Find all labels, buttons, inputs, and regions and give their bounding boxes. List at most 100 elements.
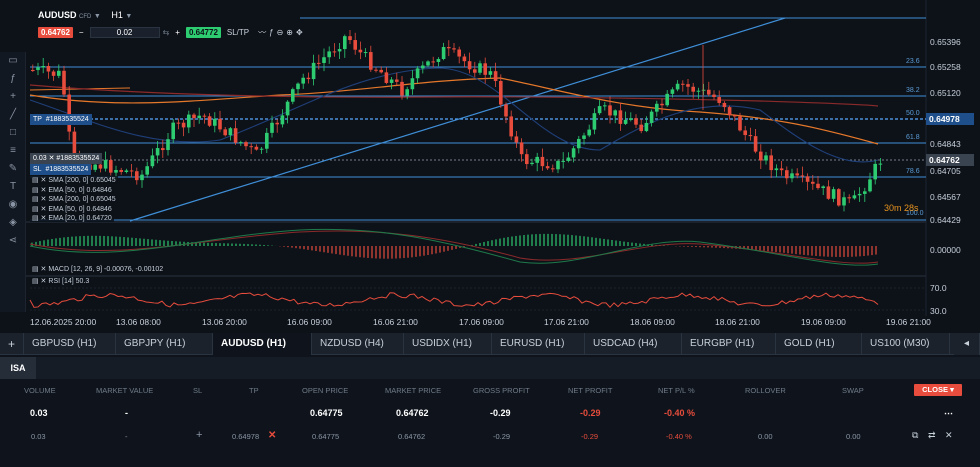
function-icon[interactable]: ƒ: [0, 70, 26, 88]
indicator-settings-icon[interactable]: ▤ ✕: [32, 215, 48, 222]
candle-body: [629, 118, 633, 120]
macd-legend[interactable]: ▤ ✕ MACD [12, 26, 9] -0.00076, -0.00102: [30, 265, 166, 273]
fibonacci-icon[interactable]: ≡: [0, 142, 26, 160]
candle-body: [181, 122, 186, 128]
tp-order-tag[interactable]: TP #1883535524: [30, 114, 92, 125]
indicator-legend-item[interactable]: ▤ ✕ SMA [200, 0] 0.65045: [30, 195, 118, 203]
indicator-legend-item[interactable]: ▤ ✕ EMA [50, 0] 0.64846: [30, 204, 114, 213]
indicator-settings-icon[interactable]: ▤ ✕: [32, 196, 48, 203]
candle-body: [166, 139, 170, 151]
candle-body: [587, 129, 591, 136]
symbol-tab[interactable]: EURGBP (H1): [682, 333, 776, 355]
close-position-icon[interactable]: ✕: [945, 430, 953, 441]
move-icon[interactable]: ✥: [296, 28, 303, 37]
indicator-settings-icon[interactable]: ▤ ✕: [32, 177, 48, 184]
tabs-scroll-icon[interactable]: ◂: [954, 333, 980, 355]
chart-type-icon[interactable]: 〰: [258, 27, 266, 38]
brush-icon[interactable]: ✎: [0, 160, 26, 178]
share-icon[interactable]: ⋖: [0, 232, 26, 250]
rsi-legend[interactable]: ▤ ✕ RSI [14] 50.3: [30, 277, 92, 285]
candle-body: [410, 78, 415, 90]
time-axis-label: 16.06 21:00: [373, 317, 418, 327]
rsi-settings-icon[interactable]: ▤ ✕: [32, 278, 46, 285]
zoom-in-icon[interactable]: ⊕: [286, 28, 293, 37]
remove-tp-icon[interactable]: ✕: [268, 430, 276, 441]
trendline-icon[interactable]: ╱: [0, 106, 26, 124]
add-sl-button[interactable]: +: [196, 429, 202, 441]
indicator-legend-item[interactable]: ▤ ✕ SMA [200, 0] 0.65045: [30, 176, 118, 184]
symbol-header[interactable]: AUDUSD CFD ▼ H1 ▼: [38, 10, 132, 20]
tp-label: TP: [33, 116, 42, 123]
buy-button[interactable]: 0.64772: [185, 26, 221, 38]
close-icon[interactable]: ✕: [49, 155, 55, 162]
symbol-tab[interactable]: EURUSD (H1): [492, 333, 585, 355]
candle-body: [608, 105, 612, 116]
candle-body: [176, 122, 181, 124]
symbol-tab[interactable]: GOLD (H1): [776, 333, 862, 355]
zoom-out-icon[interactable]: ⊖: [277, 28, 284, 37]
copy-icon[interactable]: ⧉: [912, 430, 918, 441]
symbol-tab[interactable]: US100 (M30): [862, 333, 950, 355]
candle-body: [545, 166, 550, 169]
drawing-toolbar: ▭ ƒ + ╱ □ ≡ ✎ T ◉ ◈ ⋖: [0, 52, 26, 312]
sell-button[interactable]: 0.64762: [38, 26, 73, 38]
account-tab-isa[interactable]: ISA: [0, 357, 36, 379]
summary-market-price: 0.64762: [396, 408, 429, 418]
time-axis-label: 18.06 09:00: [630, 317, 675, 327]
indicator-legend-item[interactable]: ▤ ✕ EMA [20, 0] 0.64720: [30, 214, 114, 222]
candle-body: [135, 171, 139, 181]
candle-body: [878, 163, 883, 165]
rectangle-icon[interactable]: □: [0, 124, 26, 142]
symbol-tab[interactable]: GBPJPY (H1): [116, 333, 213, 355]
summary-volume: 0.03: [30, 408, 48, 418]
indicator-settings-icon[interactable]: ▤ ✕: [32, 206, 48, 213]
volume-input[interactable]: 0.02: [89, 26, 160, 38]
reverse-icon[interactable]: ⇄: [928, 430, 936, 441]
symbol-tab[interactable]: USDCAD (H4): [585, 333, 682, 355]
chart-area[interactable]: ▭ ƒ + ╱ □ ≡ ✎ T ◉ ◈ ⋖ AUDUSD CFD ▼ H1 ▼ …: [0, 0, 980, 333]
timeframe-chevron-icon[interactable]: ▼: [125, 13, 132, 20]
candle-body: [717, 97, 721, 103]
plus-icon[interactable]: +: [0, 88, 26, 106]
minus-icon[interactable]: −: [76, 28, 87, 37]
sltp-button[interactable]: SL/TP: [227, 28, 249, 37]
sl-order-tag[interactable]: SL #1883535524: [30, 164, 92, 175]
candle-body: [769, 155, 773, 171]
candle-body: [556, 160, 560, 170]
indicator-settings-icon[interactable]: ▤ ✕: [32, 187, 48, 194]
text-icon[interactable]: T: [0, 178, 26, 196]
row-tp[interactable]: 0.64978: [232, 432, 259, 441]
indicator-legend-item[interactable]: ▤ ✕ EMA [50, 0] 0.64846: [30, 185, 114, 194]
chevron-down-icon[interactable]: ▼: [94, 13, 101, 20]
symbol-name[interactable]: AUDUSD: [38, 10, 77, 20]
symbol-tab[interactable]: NZDUSD (H4): [312, 333, 404, 355]
symbol-tab[interactable]: AUDUSD (H1): [213, 333, 312, 355]
col-net-pl: NET P/L %: [658, 386, 695, 395]
add-tab-button[interactable]: +: [0, 333, 24, 355]
time-axis-label: 18.06 21:00: [715, 317, 760, 327]
macd-settings-icon[interactable]: ▤ ✕: [32, 266, 46, 273]
reset-icon[interactable]: ⇆: [163, 28, 170, 37]
candle-body: [93, 164, 97, 170]
crosshair-icon[interactable]: ▭: [0, 52, 26, 70]
candle-body: [779, 168, 784, 171]
ema-20-line: [29, 67, 879, 163]
symbol-tab[interactable]: GBPUSD (H1): [24, 333, 116, 355]
timeframe-select[interactable]: H1: [111, 10, 123, 20]
eye-icon[interactable]: ◉: [0, 196, 26, 214]
plus-volume-icon[interactable]: +: [172, 28, 183, 37]
position-order-tag[interactable]: 0.03 ✕ #1883535524: [30, 153, 103, 164]
price-chart-canvas[interactable]: [0, 0, 980, 333]
candle-body: [727, 107, 732, 116]
candle-body: [785, 170, 789, 179]
candle-body: [228, 128, 233, 136]
close-all-button[interactable]: CLOSE ▾: [914, 384, 962, 396]
candle-body: [358, 49, 363, 53]
price-axis-label: 0.64705: [930, 166, 961, 176]
layers-icon[interactable]: ◈: [0, 214, 26, 232]
symbol-tab[interactable]: USDIDX (H1): [404, 333, 492, 355]
fib-level-label: 61.8: [906, 134, 920, 141]
candle-body: [187, 114, 191, 128]
more-options-icon[interactable]: ⋯: [944, 408, 953, 419]
indicator-icon[interactable]: ƒ: [269, 28, 273, 37]
